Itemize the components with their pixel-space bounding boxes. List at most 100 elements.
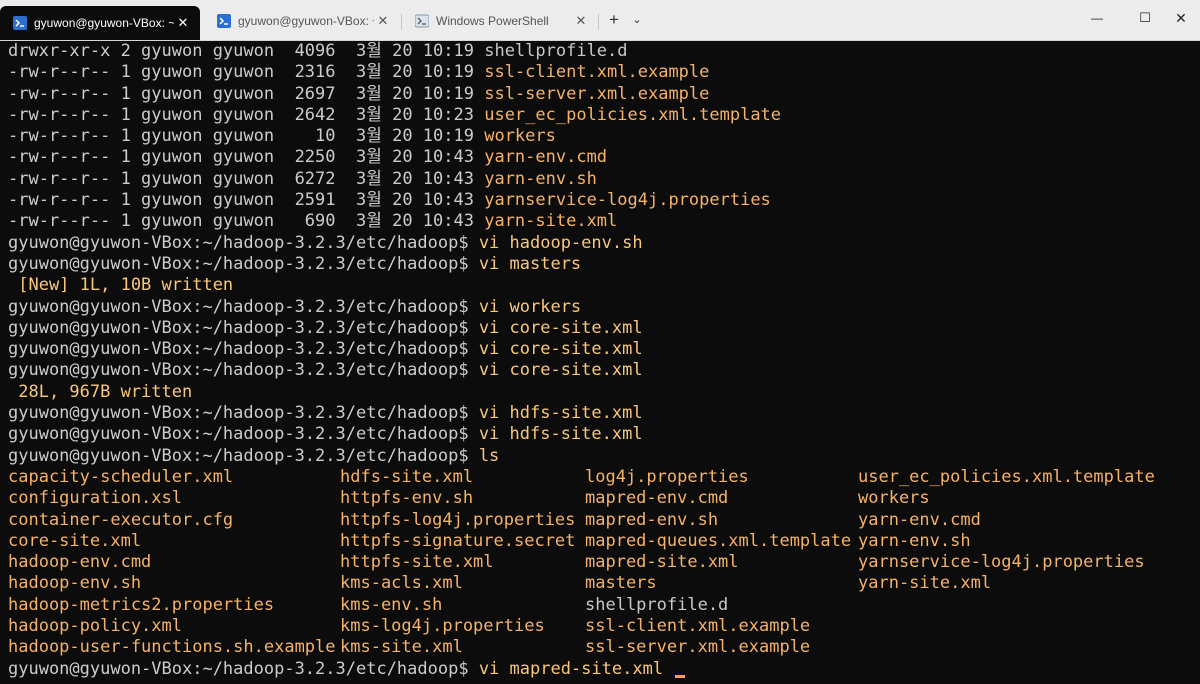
listing-line: -rw-r--r-- 1 gyuwon gyuwon 690 3월 20 10:…: [8, 211, 1200, 232]
ls-row: hadoop-env.cmd httpfs-site.xml mapred-site…: [8, 552, 1200, 573]
maximize-icon: ☐: [1139, 10, 1151, 25]
command-text: ls: [478, 445, 500, 466]
ls-entry: yarnservice-log4j.properties: [858, 552, 1145, 573]
file-name: yarnservice-log4j.properties: [484, 190, 771, 211]
command-line: gyuwon@gyuwon-VBox:~/hadoop-3.2.3/etc/ha…: [8, 254, 1200, 275]
tab-ssh-data[interactable]: gyuwon@gyuwon-VBox: ~/da ✕: [204, 6, 400, 36]
listing-line: -rw-r--r-- 1 gyuwon gyuwon 2697 3월 20 10…: [8, 84, 1200, 105]
ls-entry: httpfs-signature.secret: [340, 530, 576, 551]
text-cursor: [675, 674, 686, 678]
ls-entry: ssl-client.xml.example: [585, 616, 811, 637]
minimize-icon: —: [1091, 11, 1103, 25]
ls-entry: capacity-scheduler.xml: [8, 466, 234, 487]
file-name: workers: [484, 126, 556, 147]
ls-entry: core-site.xml: [8, 530, 142, 551]
terminal-output[interactable]: drwxr-xr-x 2 gyuwon gyuwon 4096 3월 20 10…: [0, 41, 1200, 684]
shell-prompt: gyuwon@gyuwon-VBox:~/hadoop-3.2.3/etc/ha…: [8, 445, 479, 466]
file-name: user_ec_policies.xml.template: [484, 104, 782, 125]
ls-entry: httpfs-log4j.properties: [340, 509, 576, 530]
file-meta: -rw-r--r-- 1 gyuwon gyuwon 6272 3월 20 10…: [8, 168, 485, 189]
command-line: gyuwon@gyuwon-VBox:~/hadoop-3.2.3/etc/ha…: [8, 424, 1200, 445]
file-meta: -rw-r--r-- 1 gyuwon gyuwon 2316 3월 20 10…: [8, 62, 485, 83]
shell-prompt: gyuwon@gyuwon-VBox:~/hadoop-3.2.3/etc/ha…: [8, 253, 479, 274]
ls-row: container-executor.cfg httpfs-log4j.prope…: [8, 510, 1200, 531]
file-meta: -rw-r--r-- 1 gyuwon gyuwon 2697 3월 20 10…: [8, 83, 485, 104]
file-meta: drwxr-xr-x 2 gyuwon gyuwon 4096 3월 20 10…: [8, 41, 485, 61]
ls-entry: workers: [858, 488, 930, 509]
listing-line: -rw-r--r-- 1 gyuwon gyuwon 2642 3월 20 10…: [8, 105, 1200, 126]
close-tab-icon[interactable]: ✕: [174, 15, 192, 31]
ls-entry: user_ec_policies.xml.template: [858, 466, 1155, 487]
close-icon: ✕: [1175, 9, 1187, 26]
listing-line: -rw-r--r-- 1 gyuwon gyuwon 6272 3월 20 10…: [8, 169, 1200, 190]
ls-entry: kms-site.xml: [340, 637, 463, 658]
ls-entry: mapred-queues.xml.template: [585, 530, 852, 551]
shell-prompt: gyuwon@gyuwon-VBox:~/hadoop-3.2.3/etc/ha…: [8, 403, 479, 424]
ls-entry: yarn-env.cmd: [858, 509, 981, 530]
command-text: vi workers: [478, 296, 582, 317]
tab-bar: gyuwon@gyuwon-VBox: ~/h ✕ gyuwon@gyuwon-…: [0, 0, 1200, 41]
ls-entry: ssl-server.xml.example: [585, 637, 811, 658]
ls-entry: hadoop-policy.xml: [8, 616, 182, 637]
command-text: vi core-site.xml: [478, 317, 643, 338]
shell-prompt: gyuwon@gyuwon-VBox:~/hadoop-3.2.3/etc/ha…: [8, 317, 479, 338]
tab-title: Windows PowerShell: [436, 14, 549, 28]
ls-row: hadoop-policy.xml kms-log4j.properties ssl…: [8, 616, 1200, 637]
ls-entry: yarn-env.sh: [858, 530, 971, 551]
file-name: ssl-server.xml.example: [484, 83, 710, 104]
ls-entry: hdfs-site.xml: [340, 466, 474, 487]
command-text: vi core-site.xml: [478, 339, 643, 360]
command-line: gyuwon@gyuwon-VBox:~/hadoop-3.2.3/etc/ha…: [8, 318, 1200, 339]
ls-entry: yarn-site.xml: [858, 573, 992, 594]
file-name: shellprofile.d: [484, 41, 628, 61]
command-text: vi mapred-site.xml: [478, 658, 674, 679]
listing-line: -rw-r--r-- 1 gyuwon gyuwon 2591 3월 20 10…: [8, 190, 1200, 211]
ls-entry: httpfs-env.sh: [340, 488, 474, 509]
close-tab-icon[interactable]: ✕: [572, 13, 590, 29]
ls-entry: hadoop-env.cmd: [8, 552, 152, 573]
file-meta: -rw-r--r-- 1 gyuwon gyuwon 10 3월 20 10:1…: [8, 126, 485, 147]
command-line: gyuwon@gyuwon-VBox:~/hadoop-3.2.3/etc/ha…: [8, 446, 1200, 467]
tab-title: gyuwon@gyuwon-VBox: ~/da: [238, 14, 374, 28]
ls-entry: hadoop-user-functions.sh.example: [8, 637, 336, 658]
file-name: ssl-client.xml.example: [484, 62, 710, 83]
tab-ssh-hadoop[interactable]: gyuwon@gyuwon-VBox: ~/h ✕: [0, 6, 200, 40]
file-name: yarn-site.xml: [484, 211, 618, 232]
new-tab-button[interactable]: +: [605, 11, 623, 28]
close-button[interactable]: ✕: [1158, 0, 1200, 36]
ls-row: hadoop-metrics2.properties kms-env.sh shel…: [8, 595, 1200, 616]
chevron-down-icon[interactable]: ⌄: [630, 13, 644, 26]
ls-entry: mapred-env.cmd: [585, 488, 729, 509]
command-line: gyuwon@gyuwon-VBox:~/hadoop-3.2.3/etc/ha…: [8, 360, 1200, 381]
output-text: 28L, 967B written: [8, 381, 193, 402]
ls-entry: hadoop-env.sh: [8, 573, 142, 594]
file-meta: -rw-r--r-- 1 gyuwon gyuwon 2591 3월 20 10…: [8, 190, 485, 211]
command-text: vi core-site.xml: [478, 360, 643, 381]
powershell-icon: [414, 13, 430, 29]
listing-line: drwxr-xr-x 2 gyuwon gyuwon 4096 3월 20 10…: [8, 41, 1200, 62]
shell-prompt: gyuwon@gyuwon-VBox:~/hadoop-3.2.3/etc/ha…: [8, 339, 479, 360]
shell-prompt: gyuwon@gyuwon-VBox:~/hadoop-3.2.3/etc/ha…: [8, 360, 479, 381]
command-text: vi hadoop-env.sh: [478, 232, 643, 253]
command-line: gyuwon@gyuwon-VBox:~/hadoop-3.2.3/etc/ha…: [8, 339, 1200, 360]
ls-row: capacity-scheduler.xml hdfs-site.xml log4j…: [8, 467, 1200, 488]
command-text: vi hdfs-site.xml: [478, 424, 643, 445]
ls-entry: container-executor.cfg: [8, 509, 234, 530]
minimize-button[interactable]: —: [1074, 0, 1120, 36]
command-text: vi hdfs-site.xml: [478, 403, 643, 424]
tab-powershell[interactable]: Windows PowerShell ✕: [402, 6, 598, 36]
command-text: vi masters: [478, 253, 582, 274]
shell-prompt: gyuwon@gyuwon-VBox:~/hadoop-3.2.3/etc/ha…: [8, 424, 479, 445]
ls-row: hadoop-env.sh kms-acls.xml masters yarn-sit…: [8, 573, 1200, 594]
file-name: yarn-env.sh: [484, 168, 597, 189]
close-tab-icon[interactable]: ✕: [374, 13, 392, 29]
ls-entry: kms-acls.xml: [340, 573, 463, 594]
listing-line: -rw-r--r-- 1 gyuwon gyuwon 2250 3월 20 10…: [8, 147, 1200, 168]
listing-line: -rw-r--r-- 1 gyuwon gyuwon 2316 3월 20 10…: [8, 62, 1200, 83]
output-line: [New] 1L, 10B written: [8, 275, 1200, 296]
ls-entry: hadoop-metrics2.properties: [8, 594, 275, 615]
ls-entry: kms-log4j.properties: [340, 616, 545, 637]
output-text: [New] 1L, 10B written: [8, 275, 234, 296]
command-line: gyuwon@gyuwon-VBox:~/hadoop-3.2.3/etc/ha…: [8, 233, 1200, 254]
shell-prompt: gyuwon@gyuwon-VBox:~/hadoop-3.2.3/etc/ha…: [8, 296, 479, 317]
